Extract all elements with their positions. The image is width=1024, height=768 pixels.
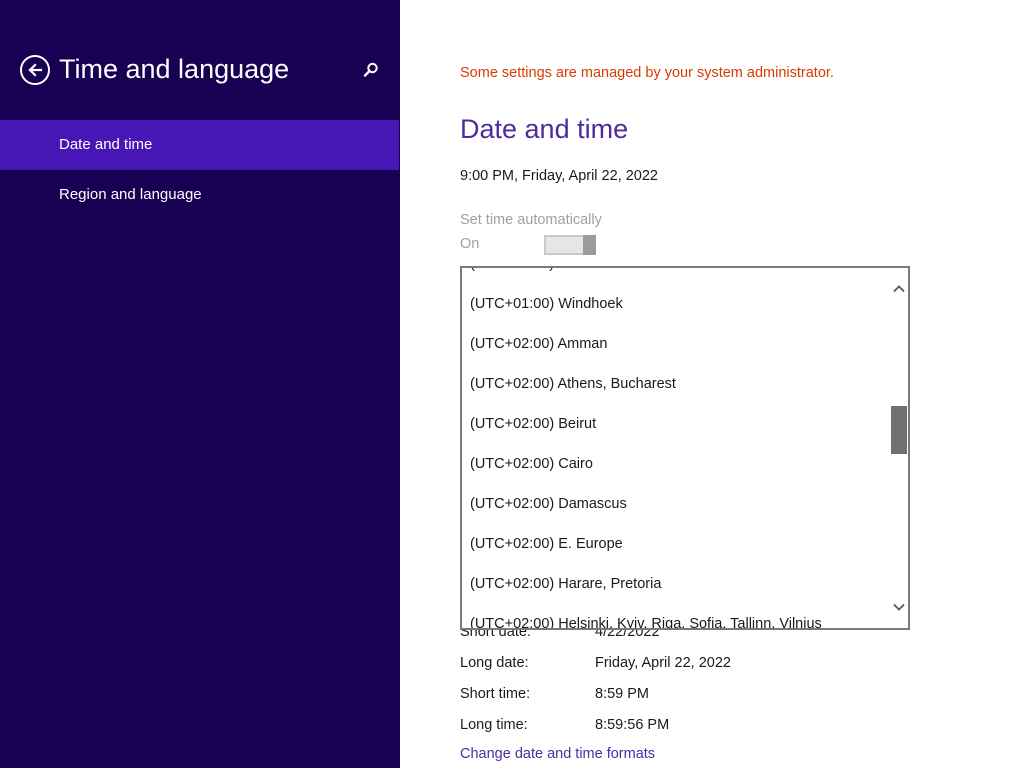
auto-time-state: On <box>460 236 480 252</box>
timezone-option[interactable]: (UTC+02:00) E. Europe <box>462 524 892 564</box>
admin-notice: Some settings are managed by your system… <box>460 65 834 81</box>
settings-sidebar: Time and language Date and time Region a… <box>0 0 400 768</box>
auto-time-label: Set time automatically <box>460 212 602 228</box>
timezone-option[interactable]: (UTC+02:00) Helsinki, Kyiv, Riga, Sofia,… <box>462 604 892 628</box>
scroll-down-button[interactable] <box>892 600 906 614</box>
timezone-list: (UTC+01:00) West Central Africa (UTC+01:… <box>462 268 892 628</box>
short-time-row: Short time: 8:59 PM <box>460 686 649 702</box>
scroll-up-button[interactable] <box>892 282 906 296</box>
sidebar-item-date-and-time[interactable]: Date and time <box>0 120 399 170</box>
short-time-value: 8:59 PM <box>595 686 649 702</box>
chevron-up-icon <box>893 285 905 293</box>
timezone-option[interactable]: (UTC+02:00) Cairo <box>462 444 892 484</box>
section-title: Date and time <box>460 114 629 144</box>
dropdown-scrollbar[interactable] <box>890 268 908 628</box>
page-title: Time and language <box>59 54 290 84</box>
long-date-row: Long date: Friday, April 22, 2022 <box>460 655 731 671</box>
current-datetime: 9:00 PM, Friday, April 22, 2022 <box>460 168 659 184</box>
search-button[interactable] <box>362 61 380 79</box>
timezone-option[interactable]: (UTC+02:00) Beirut <box>462 404 892 444</box>
short-time-label: Short time: <box>460 686 531 702</box>
timezone-option[interactable]: (UTC+01:00) Windhoek <box>462 284 892 324</box>
chevron-down-icon <box>893 603 905 611</box>
timezone-option[interactable]: (UTC+02:00) Athens, Bucharest <box>462 364 892 404</box>
scroll-thumb[interactable] <box>891 406 907 454</box>
auto-time-toggle[interactable] <box>544 235 596 255</box>
timezone-option[interactable]: (UTC+02:00) Amman <box>462 324 892 364</box>
timezone-option[interactable]: (UTC+02:00) Harare, Pretoria <box>462 564 892 604</box>
search-icon <box>363 62 378 77</box>
long-time-label: Long time: <box>460 717 528 733</box>
long-time-value: 8:59:56 PM <box>595 717 670 733</box>
back-arrow-icon <box>28 63 43 77</box>
timezone-option[interactable]: (UTC+02:00) Damascus <box>462 484 892 524</box>
timezone-option[interactable]: (UTC+01:00) West Central Africa <box>462 268 892 284</box>
long-date-value: Friday, April 22, 2022 <box>595 655 731 671</box>
long-date-label: Long date: <box>460 655 529 671</box>
sidebar-item-label: Date and time <box>59 136 153 153</box>
change-formats-link[interactable]: Change date and time formats <box>460 746 655 762</box>
long-time-row: Long time: 8:59:56 PM <box>460 717 669 733</box>
toggle-thumb <box>583 235 596 255</box>
sidebar-item-label: Region and language <box>59 186 202 203</box>
timezone-dropdown-list[interactable]: (UTC+01:00) West Central Africa (UTC+01:… <box>460 266 910 630</box>
sidebar-item-region-and-language[interactable]: Region and language <box>0 170 399 220</box>
back-button[interactable] <box>20 55 50 85</box>
